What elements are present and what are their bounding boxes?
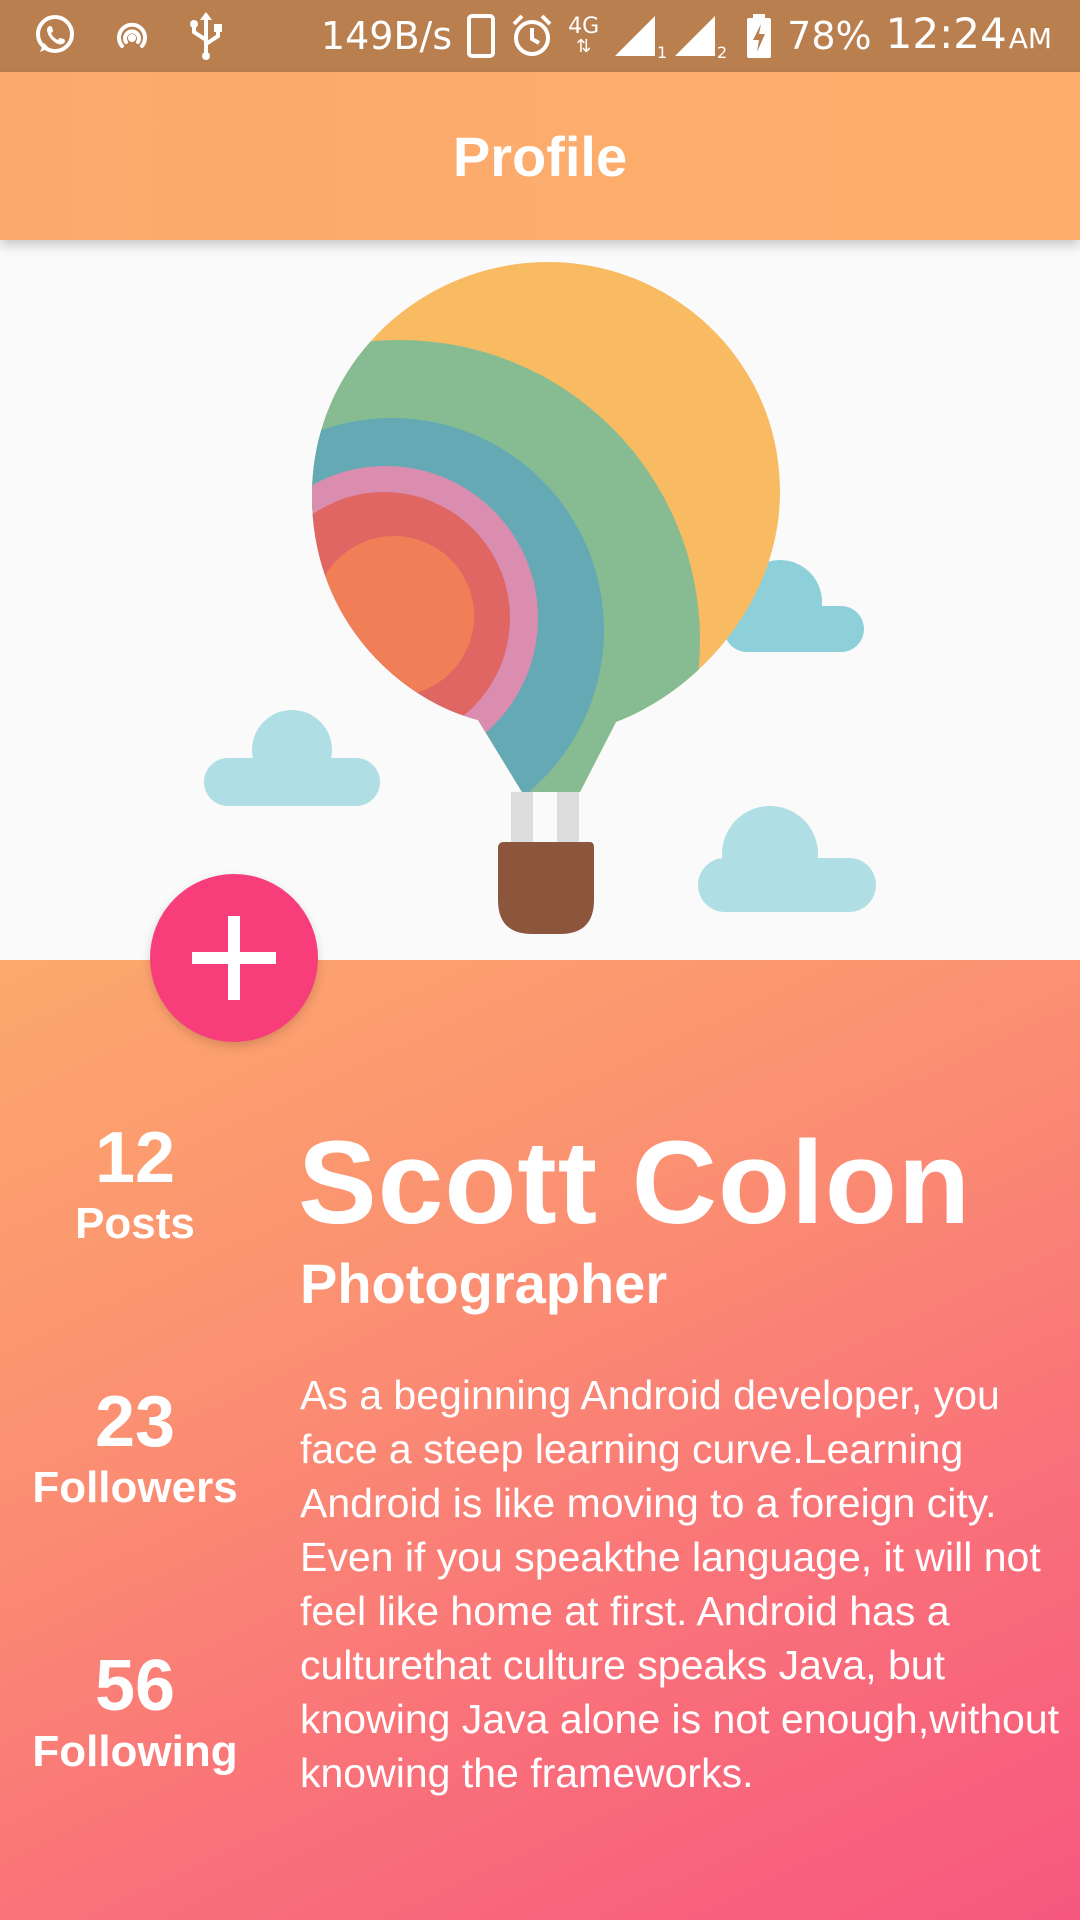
clock-time: 12:24	[885, 8, 1007, 58]
usb-icon	[186, 12, 226, 60]
clock-ampm: AM	[1008, 21, 1052, 55]
clock: 12:24AM	[886, 0, 1052, 75]
alarm-icon	[510, 12, 554, 60]
profile-role: Photographer	[300, 1252, 668, 1315]
posts-label: Posts	[75, 1199, 195, 1248]
balloon-basket-icon	[498, 842, 594, 934]
cloud-left-icon	[204, 710, 380, 806]
balloon-ropes-icon	[511, 792, 579, 844]
profile-cover	[0, 240, 1080, 960]
profile-bio: As a beginning Android developer, you fa…	[300, 1372, 1060, 1796]
profile-name: Scott Colon	[298, 1117, 972, 1249]
data-arrows-icon: ⇅	[576, 36, 592, 57]
app-bar: Profile	[0, 72, 1080, 240]
followers-label: Followers	[32, 1463, 238, 1512]
plus-icon	[192, 916, 276, 1000]
following-count: 56	[94, 1646, 176, 1726]
followers-count: 23	[94, 1382, 176, 1462]
network-speed: 149B/s	[320, 14, 453, 58]
add-button[interactable]	[150, 874, 318, 1042]
battery-percent: 78%	[787, 14, 872, 58]
sim1-label: 1	[656, 43, 668, 62]
signal-icon-sim2: 2	[673, 12, 727, 62]
stat-following[interactable]: 56 Following	[10, 1646, 260, 1778]
hotspot-icon	[108, 12, 156, 60]
balloon-envelope-icon	[312, 262, 780, 792]
stat-posts[interactable]: 12 Posts	[10, 1118, 260, 1250]
whatsapp-icon	[30, 12, 78, 60]
sim2-label: 2	[716, 43, 728, 62]
battery-charging-icon	[745, 12, 773, 60]
signal-icon: 1	[613, 12, 667, 62]
status-bar: 149B/s 4G ⇅ 1 2 78% 12:24AM	[0, 0, 1080, 72]
posts-count: 12	[94, 1118, 176, 1198]
network-type-4g: 4G ⇅	[568, 14, 600, 57]
hot-air-balloon-illustration	[204, 262, 876, 934]
cloud-bottom-right-icon	[698, 806, 876, 912]
following-label: Following	[32, 1727, 238, 1776]
stat-followers[interactable]: 23 Followers	[10, 1382, 260, 1514]
phone-icon	[466, 12, 496, 60]
page-title: Profile	[452, 124, 628, 188]
